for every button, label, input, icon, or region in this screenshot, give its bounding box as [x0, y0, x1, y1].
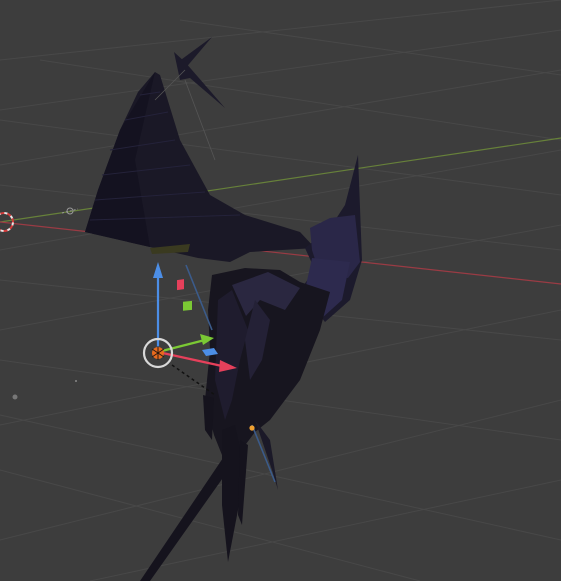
selected-vertex[interactable]	[249, 425, 255, 431]
viewport-scene[interactable]	[0, 0, 561, 581]
gizmo-plane-xz-handle[interactable]	[177, 279, 184, 291]
gizmo-z-arrow-icon[interactable]	[153, 262, 163, 278]
mesh-tail-left	[140, 455, 232, 581]
mesh-left-flap	[203, 395, 214, 440]
mesh-top-spike-2	[178, 37, 212, 70]
vertex-dot	[75, 380, 77, 382]
gizmo-plane-yz-handle[interactable]	[183, 300, 192, 311]
object-origin-icon[interactable]	[151, 346, 165, 360]
empty-object-marker[interactable]	[12, 394, 18, 400]
3d-viewport[interactable]	[0, 0, 561, 581]
mesh-object[interactable]	[85, 37, 362, 581]
mesh-edge-selected	[185, 264, 213, 331]
